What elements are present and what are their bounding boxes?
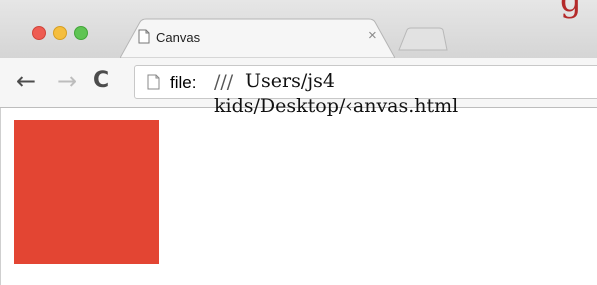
url-path-line2: kids/Desktop/‹anvas.html xyxy=(214,95,459,117)
maximize-window-button[interactable] xyxy=(74,26,88,40)
minimize-window-button[interactable] xyxy=(53,26,67,40)
arrow-right-icon[interactable]: → xyxy=(57,66,77,96)
page-viewport xyxy=(0,108,597,285)
close-icon[interactable]: × xyxy=(368,28,377,44)
url-path-line1: Users/js4 xyxy=(245,70,335,92)
reload-icon[interactable]: C xyxy=(93,66,109,96)
close-window-button[interactable] xyxy=(32,26,46,40)
address-bar[interactable]: file: /// Users/js4 xyxy=(134,65,597,99)
tab-strip: Canvas × g xyxy=(0,0,597,58)
page-icon xyxy=(138,29,150,49)
canvas-red-square xyxy=(14,120,159,264)
brand-glyph: g xyxy=(560,0,582,20)
page-icon xyxy=(147,74,160,95)
arrow-left-icon[interactable]: ← xyxy=(16,66,36,96)
url-scheme: file: xyxy=(170,73,197,92)
browser-window: Canvas × g ← → C file: /// Users/js4 kid… xyxy=(0,0,597,285)
tab-title: Canvas xyxy=(156,30,201,45)
new-tab-button[interactable] xyxy=(398,27,448,51)
url-separator: /// xyxy=(214,71,234,93)
